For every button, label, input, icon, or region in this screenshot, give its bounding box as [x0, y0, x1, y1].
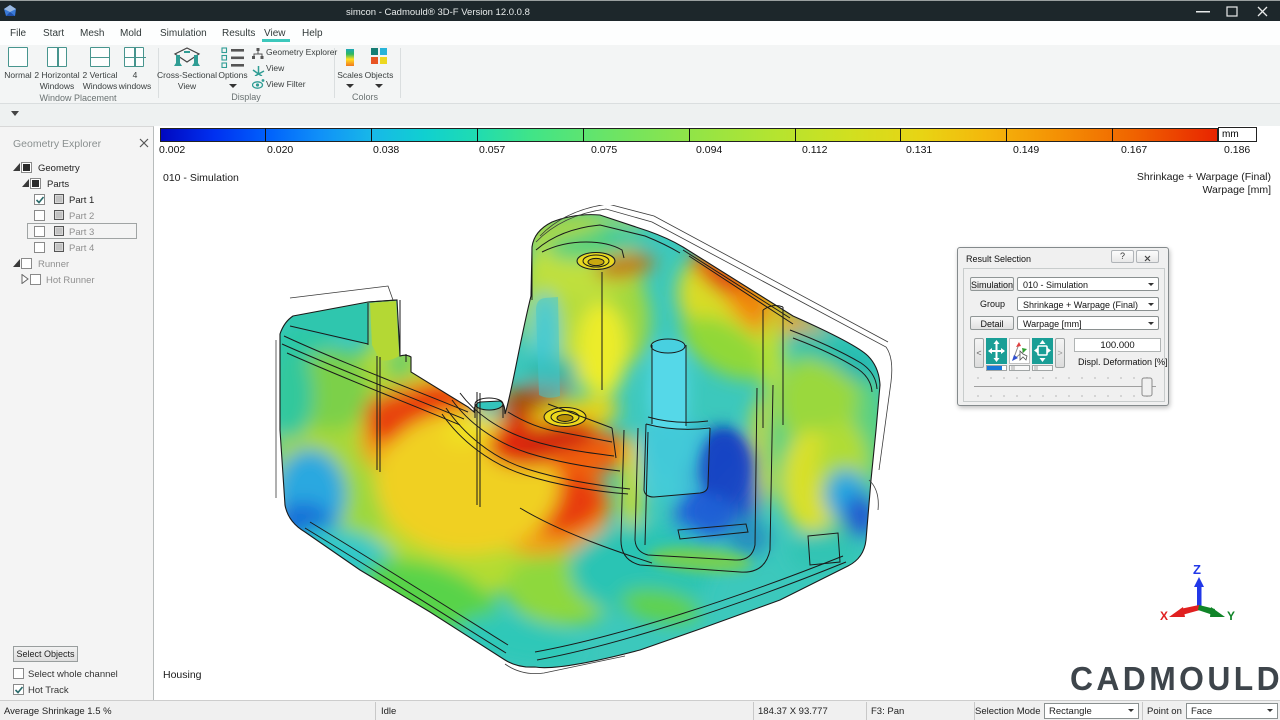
svg-text:X: X — [1160, 609, 1168, 623]
svg-text:Z: Z — [1193, 562, 1201, 577]
svg-text:Y: Y — [1227, 609, 1235, 623]
